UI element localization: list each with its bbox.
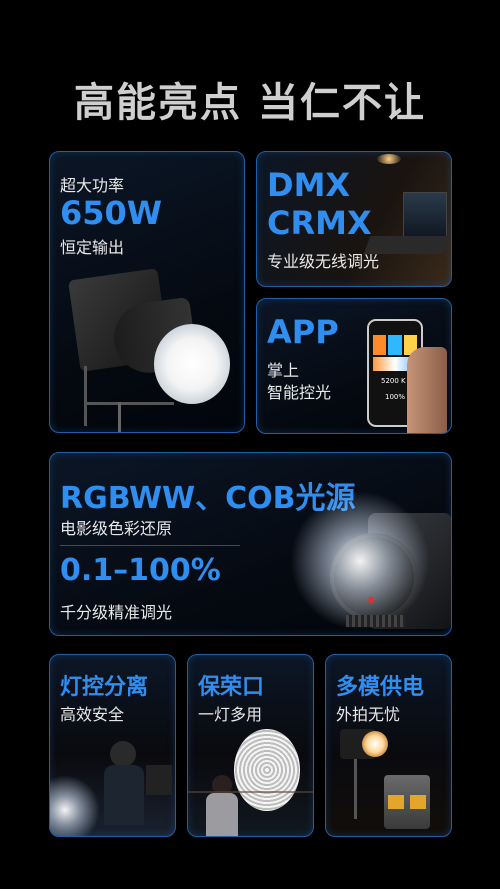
- power-big: 650W: [60, 194, 163, 232]
- dmx-sub: 专业级无线调光: [267, 252, 380, 271]
- phone-readout: 5200 K: [381, 377, 406, 385]
- rgb-sub1: 电影级色彩还原: [60, 519, 173, 538]
- page-title: 高能亮点 当仁不让: [74, 80, 426, 126]
- dmx-line2: CRMX: [267, 204, 372, 242]
- power-supply-sub: 外拍无忧: [336, 705, 401, 724]
- card-power-supply: 多模供电 外拍无忧: [325, 654, 452, 837]
- light-control-title: 灯控分离: [60, 675, 149, 700]
- card-bowens: 保荣口 一灯多用: [187, 654, 314, 837]
- power-line1: 超大功率: [60, 176, 125, 195]
- app-line1: 掌上: [267, 361, 300, 380]
- rgb-divider: [60, 545, 240, 546]
- rgb-sub2: 千分级精准调光: [60, 603, 173, 622]
- card-power: 超大功率 650W 恒定输出: [49, 151, 245, 433]
- light-control-sub: 高效安全: [60, 705, 125, 724]
- phone-percent: 100%: [385, 393, 406, 401]
- card-dmx: DMX CRMX 专业级无线调光: [256, 151, 452, 287]
- power-supply-title: 多模供电: [336, 675, 425, 700]
- bowens-sub: 一灯多用: [198, 705, 263, 724]
- card-light-control: 灯控分离 高效安全: [49, 654, 176, 837]
- card-app: APP 掌上 智能控光 5200 K 100%: [256, 298, 452, 434]
- card-rgb: RGBWW、COB光源 电影级色彩还原 0.1–100% 千分级精准调光: [49, 452, 452, 636]
- dmx-line1: DMX: [267, 166, 351, 204]
- power-line2: 恒定输出: [60, 238, 125, 257]
- app-big: APP: [267, 313, 339, 351]
- app-line2: 智能控光: [267, 383, 332, 402]
- rgb-big2: 0.1–100%: [60, 553, 221, 588]
- bowens-title: 保荣口: [198, 675, 265, 700]
